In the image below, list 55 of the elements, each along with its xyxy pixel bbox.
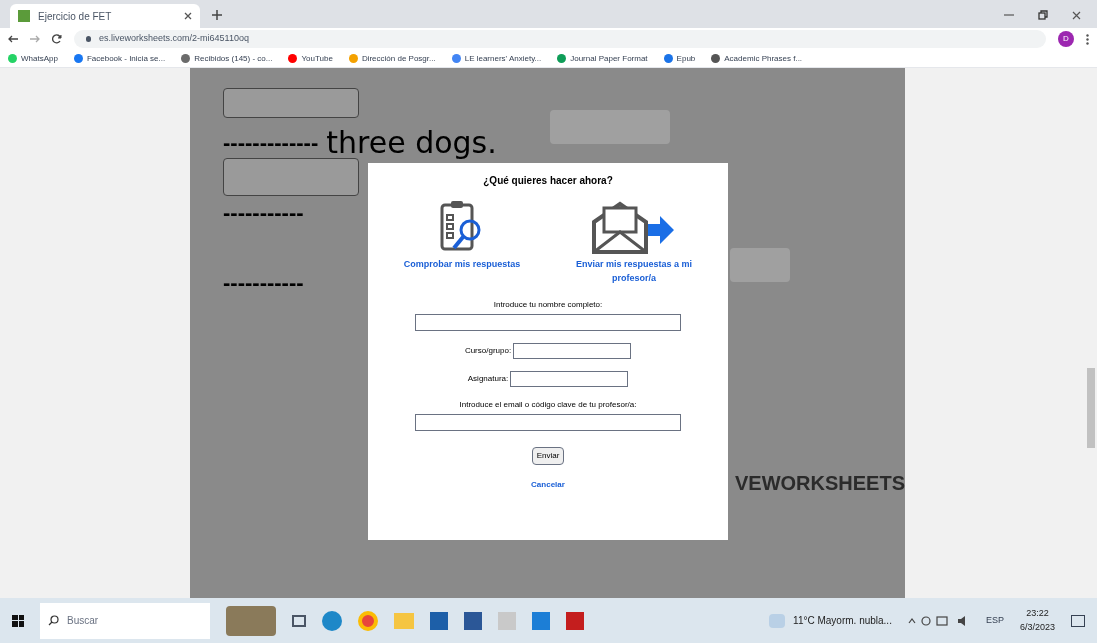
task-view-icon[interactable] — [292, 614, 306, 627]
sentence-text: three dogs. — [326, 124, 497, 162]
new-tab-icon[interactable] — [212, 10, 222, 20]
bookmark[interactable]: Academic Phrases f... — [711, 52, 803, 65]
favicon-icon — [18, 10, 30, 22]
close-icon[interactable] — [1072, 10, 1081, 20]
search-icon — [48, 615, 59, 626]
restore-icon[interactable] — [1038, 10, 1048, 20]
clock[interactable]: 23:22 6/3/2023 — [1019, 607, 1055, 634]
address-bar[interactable]: es.liveworksheets.com/2-mi645110oq — [74, 30, 1046, 48]
field-label: Asignatura: — [467, 373, 509, 385]
answer-box[interactable] — [223, 88, 359, 118]
bookmark[interactable]: Epub — [663, 52, 696, 65]
close-icon[interactable] — [184, 12, 192, 20]
browser-tab[interactable]: Ejercicio de FET — [10, 4, 200, 28]
input-field[interactable] — [510, 371, 629, 387]
bookmark[interactable]: Recibidos (145) - co... — [181, 52, 273, 65]
bookmark[interactable]: Dirección de Posgr... — [348, 52, 436, 65]
reload-icon[interactable] — [52, 34, 62, 44]
input-field[interactable] — [415, 414, 681, 431]
option-link[interactable]: Comprobar mis respuestas — [403, 258, 521, 272]
bookmark[interactable]: WhatsApp — [8, 52, 58, 65]
input-field[interactable] — [415, 314, 681, 331]
weather-text[interactable]: 11°C Mayorm. nubla... — [793, 613, 892, 628]
answer-box[interactable] — [223, 158, 359, 196]
pdf-icon[interactable] — [566, 611, 584, 630]
start-icon[interactable] — [12, 614, 24, 627]
lock-icon — [86, 36, 91, 42]
bookmark[interactable]: LE learners' Anxiety... — [451, 52, 542, 65]
field-label: Curso/grupo: — [464, 345, 512, 357]
search-field[interactable]: Buscar — [40, 602, 210, 639]
field-label: Introduce el email o código clave de tu profesor/a: — [459, 399, 637, 411]
menu-icon[interactable] — [1086, 33, 1089, 45]
option-link[interactable]: Enviar mis respuestas a mi profesor/a — [559, 258, 709, 285]
weather-icon — [769, 613, 786, 628]
submit-button[interactable]: Enviar — [531, 447, 565, 465]
tab-title: Ejercicio de FET — [38, 9, 113, 24]
back-icon[interactable] — [8, 35, 18, 43]
profile-avatar[interactable]: D — [1058, 31, 1074, 47]
word-icon[interactable] — [464, 611, 482, 630]
chrome-icon[interactable] — [358, 610, 378, 631]
blank-dashes: ------------- — [223, 129, 319, 157]
notifications-icon[interactable] — [1071, 614, 1085, 627]
bookmark[interactable]: YouTube — [288, 52, 333, 65]
edge-icon[interactable] — [322, 610, 342, 631]
brand-text: VEWORKSHEETS — [734, 471, 905, 496]
blank-dashes: ----------- — [223, 199, 304, 227]
language-indicator[interactable]: ESP — [985, 613, 1004, 628]
input-field[interactable] — [513, 343, 632, 359]
field-label: Introduce tu nombre completo: — [493, 299, 603, 311]
bookmark[interactable]: Facebook - Inicia se... — [73, 52, 166, 65]
blank-dashes: ----------- — [223, 269, 304, 297]
bookmark[interactable]: Journal Paper Format — [557, 52, 648, 65]
cancel-link[interactable]: Cancelar — [531, 479, 565, 491]
dialog-title: ¿Qué quieres hacer ahora? — [483, 174, 613, 188]
